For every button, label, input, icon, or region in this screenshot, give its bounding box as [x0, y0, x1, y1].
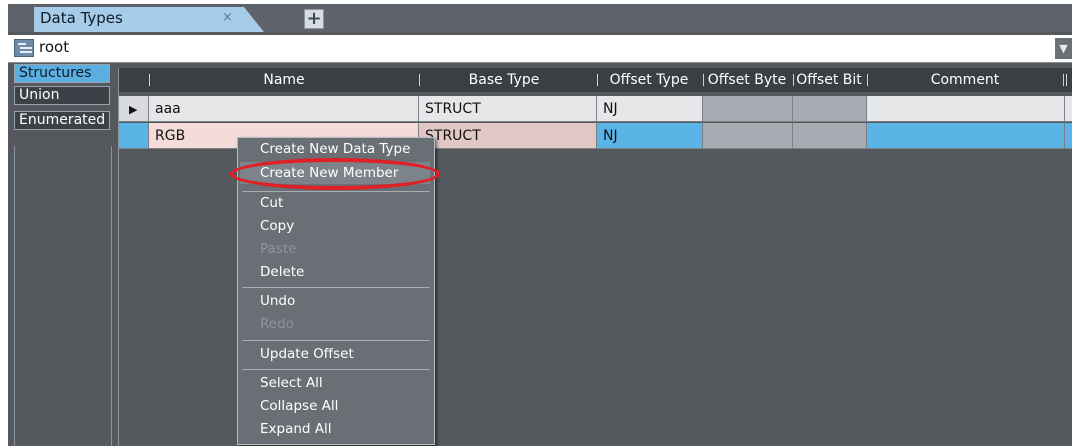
row-header[interactable]: ▶ [119, 96, 149, 122]
category-structures[interactable]: Structures [14, 64, 110, 83]
cell-name[interactable]: aaa [149, 96, 419, 122]
cell-base-type[interactable]: STRUCT [419, 96, 597, 122]
column-header-offset-byte[interactable]: Offset Byte [703, 72, 791, 88]
category-list: Structures Union Enumerated [8, 64, 114, 446]
row-end [1065, 96, 1072, 122]
menu-item-update-offset[interactable]: Update Offset [260, 346, 354, 362]
tab-strip: Data Types × + [8, 4, 1072, 32]
cell-comment[interactable] [867, 96, 1065, 122]
menu-item-delete[interactable]: Delete [260, 264, 304, 280]
cell-offset-type[interactable]: NJ [597, 123, 703, 149]
tab-label: Data Types [40, 9, 123, 27]
menu-item-collapse-all[interactable]: Collapse All [260, 398, 338, 414]
data-types-editor: Data Types × + root ▼ Structures Union E… [8, 4, 1072, 446]
menu-item-expand-all[interactable]: Expand All [260, 421, 332, 437]
tab-data-types[interactable]: Data Types × [34, 7, 264, 32]
cell-offset-bit[interactable] [793, 123, 867, 149]
menu-item-cut[interactable]: Cut [260, 195, 283, 211]
category-enumerated[interactable]: Enumerated [14, 111, 110, 130]
column-header-base-type[interactable]: Base Type [419, 72, 589, 88]
highlight-ring [230, 158, 440, 190]
close-icon[interactable]: × [222, 10, 233, 25]
menu-item-redo[interactable]: Redo [260, 316, 294, 332]
category-panel [14, 146, 112, 446]
plus-icon[interactable]: + [304, 9, 324, 29]
menu-item-copy[interactable]: Copy [260, 218, 294, 234]
menu-item-select-all[interactable]: Select All [260, 375, 323, 391]
menu-separator [242, 340, 430, 341]
cell-comment[interactable] [867, 123, 1065, 149]
menu-item-paste[interactable]: Paste [260, 241, 296, 257]
menu-item-undo[interactable]: Undo [260, 293, 295, 309]
cell-base-type[interactable]: STRUCT [419, 123, 597, 149]
grid-header: Name Base Type Offset Type Offset Byte O… [119, 68, 1072, 92]
path-bar: root ▼ [8, 35, 1072, 63]
context-menu: Create New Data Type Create New Member C… [230, 137, 440, 445]
cell-offset-byte[interactable] [703, 96, 793, 122]
menu-separator [242, 287, 430, 288]
table-row[interactable]: ▶ aaa STRUCT NJ [119, 96, 1072, 123]
menu-separator [242, 369, 430, 370]
path-input[interactable]: root [39, 38, 69, 56]
row-arrow-icon: ▶ [129, 103, 138, 116]
cell-offset-bit[interactable] [793, 96, 867, 122]
row-header[interactable] [119, 123, 149, 149]
column-header-name[interactable]: Name [149, 72, 419, 88]
cell-offset-type[interactable]: NJ [597, 96, 703, 122]
row-end [1065, 123, 1072, 149]
category-union[interactable]: Union [14, 86, 110, 105]
column-header-comment[interactable]: Comment [867, 72, 1063, 88]
cell-offset-byte[interactable] [703, 123, 793, 149]
column-header-offset-type[interactable]: Offset Type [599, 72, 699, 88]
column-header-offset-bit[interactable]: Offset Bit [793, 72, 865, 88]
menu-separator [242, 191, 430, 192]
menu-item-create-new-data-type[interactable]: Create New Data Type [260, 141, 410, 157]
tree-icon[interactable] [14, 39, 34, 57]
chevron-down-icon[interactable]: ▼ [1055, 38, 1072, 59]
